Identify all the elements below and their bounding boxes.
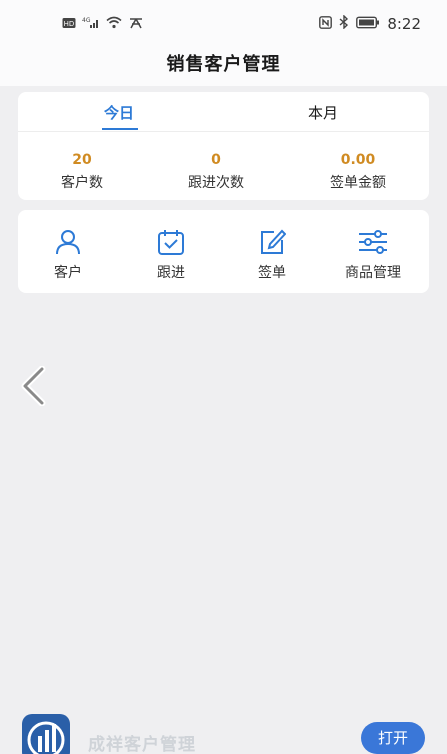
bluetooth-icon <box>339 14 349 33</box>
action-customers[interactable]: 客户 <box>18 228 118 282</box>
back-arrow-icon[interactable] <box>18 365 48 407</box>
status-bar: HD 4G 8:22 <box>0 14 447 36</box>
signal-icon: 4G <box>82 14 100 33</box>
action-sign-deal[interactable]: 签单 <box>222 228 322 282</box>
tab-today[interactable]: 今日 <box>104 102 134 123</box>
edit-icon <box>222 228 322 256</box>
period-tabs: 今日 本月 <box>18 92 429 132</box>
action-label: 客户 <box>54 265 82 281</box>
hd-icon: HD <box>62 14 76 33</box>
status-time: 8:22 <box>387 14 421 33</box>
stat-deal-amount[interactable]: 0.00 签单金额 <box>298 152 418 192</box>
stat-value: 0.00 <box>340 152 376 168</box>
stat-customer-count[interactable]: 20 客户数 <box>22 152 142 192</box>
wifi-icon <box>106 14 122 33</box>
status-right: 8:22 <box>319 14 421 33</box>
person-icon <box>18 228 118 256</box>
quick-actions-card: 客户 跟进 签单 商品管理 <box>18 210 429 293</box>
banner-app-name: 成祥客户管理 <box>88 735 196 754</box>
stat-label: 客户数 <box>61 175 103 191</box>
nfc-icon <box>319 14 333 33</box>
stat-label: 签单金额 <box>330 175 386 191</box>
stats-card: 今日 本月 20 客户数 0 跟进次数 0.00 签单金额 <box>18 92 429 200</box>
data-icon <box>128 14 144 33</box>
active-tab-indicator <box>102 128 138 130</box>
battery-icon <box>356 14 380 33</box>
stat-value: 20 <box>72 152 92 168</box>
calendar-check-icon <box>121 228 221 256</box>
action-product-management[interactable]: 商品管理 <box>323 228 423 282</box>
app-logo-icon <box>22 714 70 754</box>
action-label: 商品管理 <box>345 265 401 281</box>
action-label: 签单 <box>258 265 286 281</box>
stats-row: 20 客户数 0 跟进次数 0.00 签单金额 <box>18 152 429 192</box>
action-followup[interactable]: 跟进 <box>121 228 221 282</box>
stat-followup-count[interactable]: 0 跟进次数 <box>156 152 276 192</box>
app-screen: HD 4G 8:22 销售客户管理 今日 本月 20 客户数 0 跟进次数 0.… <box>0 0 447 754</box>
top-header: HD 4G 8:22 销售客户管理 <box>0 0 447 86</box>
app-banner: 成祥客户管理 打开 <box>0 708 447 754</box>
status-left: HD 4G <box>62 14 144 33</box>
stat-label: 跟进次数 <box>188 175 244 191</box>
sliders-icon <box>323 228 423 256</box>
svg-text:HD: HD <box>64 20 75 28</box>
open-app-button[interactable]: 打开 <box>361 722 425 754</box>
action-label: 跟进 <box>157 265 185 281</box>
page-title: 销售客户管理 <box>166 54 281 75</box>
stat-value: 0 <box>211 152 221 168</box>
tab-this-month[interactable]: 本月 <box>308 102 338 123</box>
svg-text:4G: 4G <box>82 17 91 24</box>
